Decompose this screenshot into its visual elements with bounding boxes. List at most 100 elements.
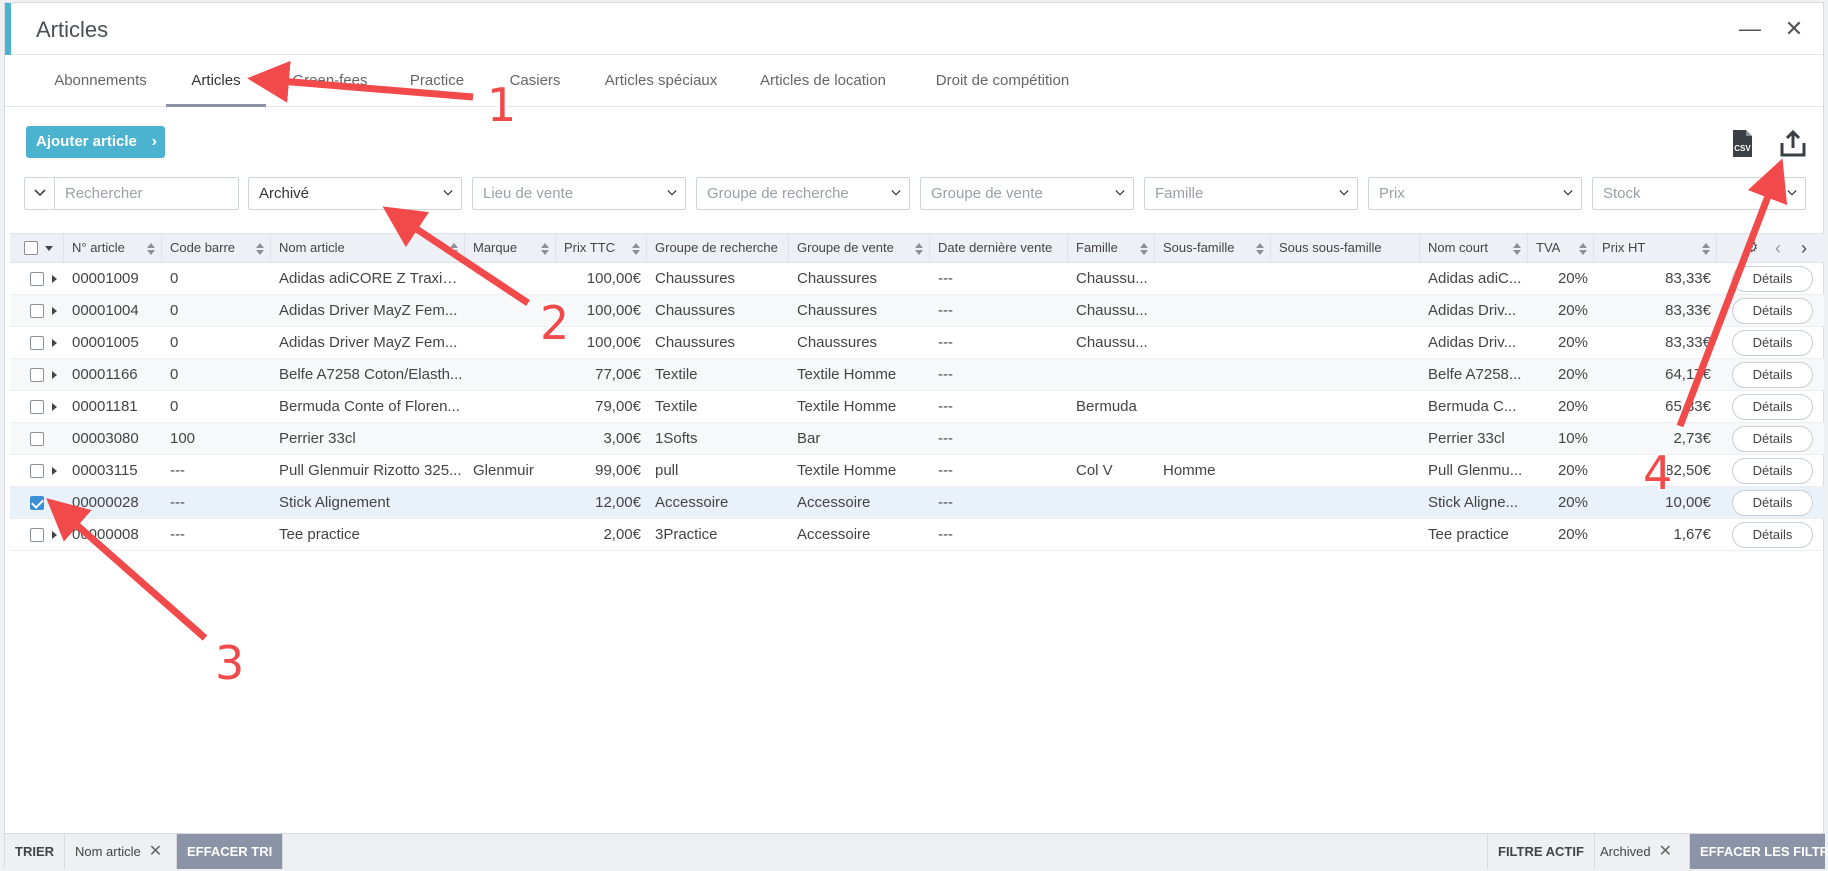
expand-row-icon[interactable] xyxy=(52,307,57,315)
remove-filter-icon[interactable]: ✕ xyxy=(1659,843,1672,860)
row-checkbox[interactable] xyxy=(30,464,44,478)
expand-row-icon[interactable] xyxy=(52,403,57,411)
groupe-vente-select[interactable]: Groupe de vente xyxy=(920,177,1134,210)
table-row[interactable]: 00000028 --- Stick Alignement 12,00€ Accesso… xyxy=(10,487,1824,519)
cell-no-article: 00001005 xyxy=(72,334,139,351)
header-col-sous-sous-famille[interactable]: Sous sous-famille xyxy=(1271,234,1420,262)
cell-groupe-vente: Chaussures xyxy=(797,270,878,287)
table-row[interactable]: 00003080 100 Perrier 33cl 3,00€ 1Softs Bar ---… xyxy=(10,423,1824,455)
header-col-sous-famille[interactable]: Sous-famille xyxy=(1155,234,1271,262)
cell-sous-sous-famille xyxy=(1271,455,1420,487)
details-button[interactable]: Détails xyxy=(1732,426,1813,452)
row-checkbox[interactable] xyxy=(30,528,44,542)
expand-row-icon[interactable] xyxy=(52,339,57,347)
cell-groupe-recherche: Textile xyxy=(655,366,698,383)
header-col-prix-ttc[interactable]: Prix TTC xyxy=(556,234,647,262)
search-input[interactable]: Rechercher xyxy=(24,177,239,210)
cell-no-article: 00003115 xyxy=(72,462,138,479)
cell-code-barre: 0 xyxy=(170,366,179,383)
clear-filters-button[interactable]: EFFACER LES FILTRES xyxy=(1690,834,1828,869)
export-icon[interactable] xyxy=(1779,129,1807,159)
stock-select[interactable]: Stock xyxy=(1592,177,1806,210)
details-button[interactable]: Détails xyxy=(1732,298,1813,324)
details-button[interactable]: Détails xyxy=(1732,490,1813,516)
cell-tva: 20% xyxy=(1557,334,1588,351)
minimize-icon[interactable]: — xyxy=(1738,17,1762,41)
header-col-date-derniere-vente[interactable]: Date dernière vente xyxy=(930,234,1068,262)
cell-groupe-recherche: Chaussures xyxy=(655,270,736,287)
tab-articles-speciaux[interactable]: Articles spéciaux xyxy=(591,55,731,107)
details-button[interactable]: Détails xyxy=(1732,458,1813,484)
archive-select[interactable]: Archivé xyxy=(248,177,462,210)
cell-prix-ttc: 77,00€ xyxy=(595,366,641,383)
expand-row-icon[interactable] xyxy=(52,275,57,283)
tab-abonnements[interactable]: Abonnements xyxy=(29,55,172,107)
header-col-groupe-vente[interactable]: Groupe de vente xyxy=(789,234,930,262)
scroll-left-icon[interactable]: ‹ xyxy=(1775,234,1781,262)
close-icon[interactable]: ✕ xyxy=(1782,17,1806,41)
row-checkbox[interactable] xyxy=(30,336,44,350)
chevron-down-icon xyxy=(667,190,677,196)
table-row[interactable]: 00001004 0 Adidas Driver MayZ Fem... 100,00… xyxy=(10,295,1824,327)
add-article-button[interactable]: Ajouter article › xyxy=(26,126,165,158)
row-checkbox[interactable] xyxy=(30,432,44,446)
tab-articles[interactable]: Articles xyxy=(166,55,266,107)
row-checkbox[interactable] xyxy=(30,400,44,414)
cell-tva: 20% xyxy=(1557,494,1588,511)
tab-green-fees[interactable]: Green-fees xyxy=(278,55,382,107)
row-checkbox[interactable] xyxy=(30,304,44,318)
table-row[interactable]: 00001005 0 Adidas Driver MayZ Fem... 100,00… xyxy=(10,327,1824,359)
search-placeholder: Rechercher xyxy=(65,185,143,202)
row-checkbox[interactable] xyxy=(30,368,44,382)
expand-row-icon[interactable] xyxy=(52,467,57,475)
csv-icon[interactable]: CSV xyxy=(1728,129,1756,159)
details-button[interactable]: Détails xyxy=(1732,522,1813,548)
row-checkbox[interactable] xyxy=(30,272,44,286)
cell-no-article: 00003080 xyxy=(72,430,139,447)
header-col-marque[interactable]: Marque xyxy=(465,234,556,262)
select-all-checkbox[interactable] xyxy=(24,241,38,255)
details-button[interactable]: Détails xyxy=(1732,394,1813,420)
cell-groupe-recherche: Chaussures xyxy=(655,302,736,319)
details-button[interactable]: Détails xyxy=(1732,266,1813,292)
header-col-nom-article[interactable]: Nom article xyxy=(271,234,465,262)
header-col-code-barre[interactable]: Code barre xyxy=(162,234,271,262)
cell-groupe-recherche: Chaussures xyxy=(655,334,736,351)
header-col-groupe-recherche[interactable]: Groupe de recherche xyxy=(647,234,789,262)
tab-practice[interactable]: Practice xyxy=(395,55,479,107)
tab-droit-de-competition[interactable]: Droit de compétition xyxy=(915,55,1090,107)
table-row[interactable]: 00001166 0 Belfe A7258 Coton/Elasth... 77,0… xyxy=(10,359,1824,391)
details-button[interactable]: Détails xyxy=(1732,330,1813,356)
header-col-nom-court[interactable]: Nom court xyxy=(1420,234,1528,262)
expand-row-icon[interactable] xyxy=(52,371,57,379)
header-col-famille[interactable]: Famille xyxy=(1068,234,1155,262)
header-col-tva[interactable]: TVA xyxy=(1528,234,1594,262)
table-row[interactable]: 00000008 --- Tee practice 2,00€ 3Practice Acc… xyxy=(10,519,1824,551)
lieu-de-vente-select[interactable]: Lieu de vente xyxy=(472,177,686,210)
clear-sort-button[interactable]: EFFACER TRI xyxy=(177,834,284,869)
prix-select[interactable]: Prix xyxy=(1368,177,1582,210)
header-col-prix-ht[interactable]: Prix HT xyxy=(1594,234,1717,262)
cell-groupe-recherche: 3Practice xyxy=(655,526,718,543)
row-checkbox[interactable] xyxy=(30,496,44,510)
header-col-no-article[interactable]: N° article xyxy=(64,234,162,262)
famille-select[interactable]: Famille xyxy=(1144,177,1358,210)
cell-tva: 20% xyxy=(1557,462,1588,479)
details-button[interactable]: Détails xyxy=(1732,362,1813,388)
groupe-recherche-select[interactable]: Groupe de recherche xyxy=(696,177,910,210)
search-toggle[interactable] xyxy=(25,178,55,209)
cell-nom-court: Belfe A7258... xyxy=(1428,366,1522,383)
table-row[interactable]: 00001181 0 Bermuda Conte of Floren... 79,00… xyxy=(10,391,1824,423)
table-row[interactable]: 00001009 0 Adidas adiCORE Z Traxion... 100,… xyxy=(10,263,1824,295)
cell-code-barre: --- xyxy=(170,494,185,511)
settings-icon[interactable]: ⚙ xyxy=(1745,234,1758,262)
table-row[interactable]: 00003115 --- Pull Glenmuir Rizotto 325... G… xyxy=(10,455,1824,487)
cell-no-article: 00001166 xyxy=(72,366,138,383)
cell-no-article: 00000008 xyxy=(72,526,139,543)
cell-code-barre: 0 xyxy=(170,270,179,287)
scroll-right-icon[interactable]: › xyxy=(1801,234,1807,262)
expand-row-icon[interactable] xyxy=(52,531,57,539)
tab-articles-de-location[interactable]: Articles de location xyxy=(743,55,903,107)
cell-nom-article: Adidas adiCORE Z Traxion... xyxy=(279,270,465,287)
remove-sort-icon[interactable]: ✕ xyxy=(149,843,162,860)
